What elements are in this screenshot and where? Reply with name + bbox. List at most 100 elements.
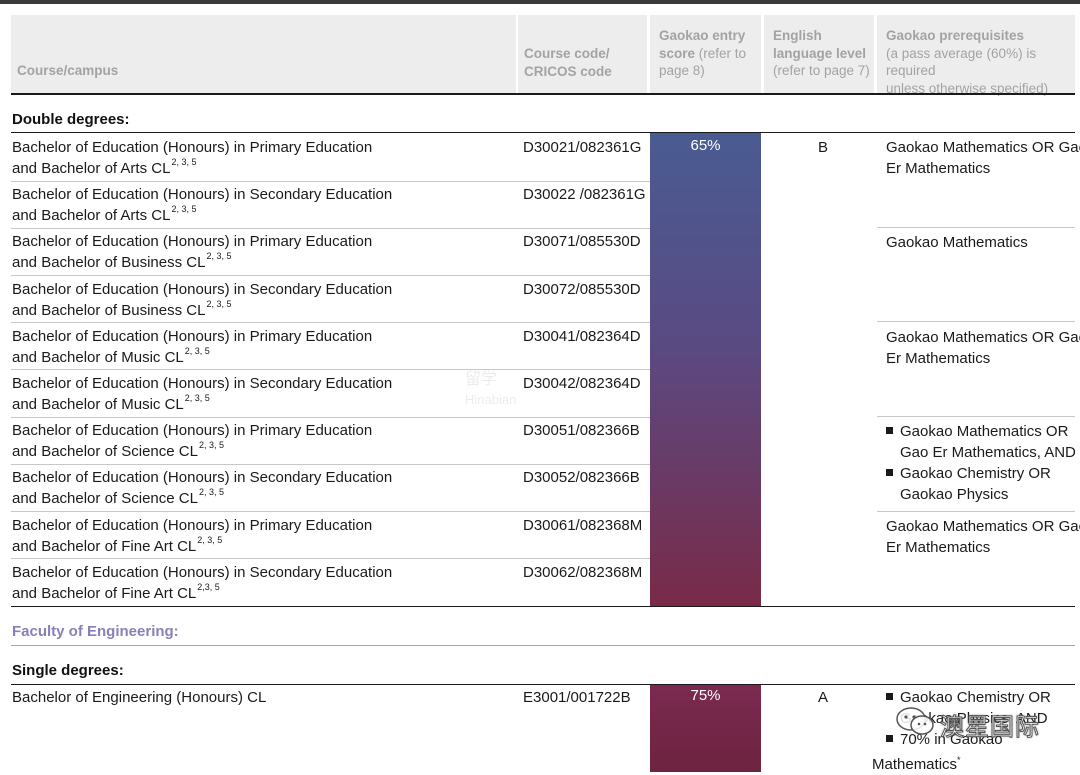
course-code: D30041/082364D bbox=[523, 327, 641, 345]
course-name-line1: Bachelor of Education (Honours) in Prima… bbox=[12, 327, 373, 345]
row-divider bbox=[11, 227, 650, 229]
header-code-line2: CRICOS code bbox=[524, 63, 612, 79]
row-divider bbox=[11, 463, 650, 465]
prereq-divider bbox=[877, 511, 1075, 512]
prereq-arts-line1: Gaokao Mathematics OR Gao bbox=[886, 139, 1080, 156]
course-name-line1: Bachelor of Education (Honours) in Prima… bbox=[12, 233, 373, 251]
footnote-refs: 2, 3, 5 bbox=[171, 157, 197, 167]
score-block-double bbox=[650, 133, 761, 607]
single-course-code: E3001/001722B bbox=[523, 689, 631, 706]
course-name: Bachelor of Education (Honours) in Prima… bbox=[12, 326, 372, 368]
row-divider bbox=[11, 510, 650, 512]
course-code: D30062/082368M bbox=[523, 563, 643, 581]
course-name-line2: and Bachelor of Music CL bbox=[12, 396, 184, 413]
bullet-icon bbox=[886, 469, 893, 476]
course-name-line1: Bachelor of Education (Honours) in Prima… bbox=[12, 422, 373, 440]
header-prereq-light1: (a pass average (60%) is required bbox=[886, 45, 1037, 79]
faint-watermark: 留学 Hinabian bbox=[465, 371, 517, 407]
footnote-refs: 2, 3, 5 bbox=[184, 393, 210, 403]
prereq-fine-art-line1: Gaokao Mathematics OR Gao bbox=[886, 518, 1080, 535]
course-name-line2: and Bachelor of Fine Art CL bbox=[12, 537, 197, 555]
course-name-line1: Bachelor of Education (Honours) in Secon… bbox=[12, 280, 393, 298]
header-cell-course: Course/campus bbox=[11, 15, 516, 93]
prereq-divider bbox=[877, 227, 1075, 228]
footnote-refs: 2, 3, 5 bbox=[171, 204, 197, 215]
course-name: Bachelor of Education (Honours) in Prima… bbox=[12, 420, 372, 462]
header-prereq-bold: Gaokao prerequisites bbox=[886, 28, 1025, 43]
course-name-line1: Bachelor of Education (Honours) in Prima… bbox=[12, 139, 373, 156]
course-code: D30022 /082361G bbox=[523, 186, 646, 204]
english-level-single: A bbox=[818, 689, 829, 706]
course-name-line2: and Bachelor of Science CL bbox=[12, 443, 198, 461]
header-score-light: (refer to bbox=[695, 45, 747, 61]
bullet-icon bbox=[886, 427, 893, 434]
header-cell-english: English language level (refer to page 7) bbox=[764, 15, 874, 93]
course-name: Bachelor of Education (Honours) in Secon… bbox=[12, 562, 392, 604]
prereq-music-line1: Gaokao Mathematics OR Gao bbox=[886, 329, 1080, 346]
course-name-line1: Bachelor of Education (Honours) in Secon… bbox=[12, 186, 393, 204]
course-code: D30042/082364D bbox=[523, 375, 641, 392]
faculty-title: Faculty of Engineering: bbox=[12, 623, 179, 640]
row-divider bbox=[11, 416, 650, 418]
prereq-music-line2: Er Mathematics bbox=[886, 350, 991, 367]
course-name: Bachelor of Education (Honours) in Secon… bbox=[12, 184, 392, 226]
course-name-line1: Bachelor of Education (Honours) in Secon… bbox=[12, 469, 393, 487]
prereq-divider bbox=[877, 321, 1075, 322]
footnote-refs: 2, 3, 5 bbox=[206, 298, 232, 309]
single-course-name: Bachelor of Engineering (Honours) CL bbox=[12, 689, 267, 706]
prereq-fine-art: Gaokao Mathematics OR Gao Er Mathematics bbox=[886, 516, 1080, 558]
faculty-rule bbox=[11, 645, 1075, 646]
course-code: D30072/085530D bbox=[523, 280, 641, 298]
english-level-double: B bbox=[818, 139, 829, 156]
score-value-double: 65% bbox=[690, 137, 721, 154]
footnote-refs: 2,3, 5 bbox=[197, 581, 220, 592]
footnote-refs: 2, 3, 5 bbox=[197, 534, 223, 545]
header-course-label: Course/campus bbox=[17, 63, 119, 78]
chat-bubble-icon bbox=[896, 707, 934, 735]
course-name-line2: and Bachelor of Business CL bbox=[12, 301, 206, 319]
row-divider bbox=[11, 369, 650, 371]
row-divider bbox=[11, 274, 650, 276]
score-value-single: 75% bbox=[690, 687, 721, 704]
prereq-arts: Gaokao Mathematics OR Gao Er Mathematics bbox=[886, 137, 1080, 179]
watermark-logo bbox=[895, 706, 937, 743]
course-code: D30061/082368M bbox=[523, 516, 643, 534]
course-name: Bachelor of Education (Honours) in Secon… bbox=[12, 279, 392, 321]
footnote-refs: 2, 3, 5 bbox=[206, 251, 232, 262]
section-double-degrees: Double degrees: bbox=[12, 111, 130, 128]
header-english-bold2: language level bbox=[773, 45, 867, 61]
course-name: Bachelor of Education (Honours) in Secon… bbox=[12, 467, 392, 509]
footnote-refs: 2, 3, 5 bbox=[198, 440, 224, 451]
row-divider bbox=[11, 558, 650, 560]
course-name-line2: and Bachelor of Music CL bbox=[12, 348, 184, 366]
prereq-arts-line2: Er Mathematics bbox=[886, 160, 991, 177]
header-cell-code: Course code/ CRICOS code bbox=[518, 15, 647, 93]
course-name: Bachelor of Education (Honours) in Prima… bbox=[12, 515, 372, 557]
course-name-line1: Bachelor of Education (Honours) in Secon… bbox=[12, 375, 393, 392]
course-name: Bachelor of Education (Honours) in Prima… bbox=[12, 231, 372, 273]
bullet-icon bbox=[886, 735, 893, 742]
course-name-line1: Bachelor of Education (Honours) in Prima… bbox=[12, 516, 373, 534]
course-name-line2: and Bachelor of Arts CL bbox=[12, 207, 171, 225]
header-cell-prereq: Gaokao prerequisites (a pass average (60… bbox=[877, 15, 1075, 96]
section-end-rule bbox=[11, 606, 1075, 607]
course-code: D30071/085530D bbox=[523, 233, 641, 251]
course-name-line2: and Bachelor of Fine Art CL bbox=[12, 584, 197, 602]
course-name: Bachelor of Education (Honours) in Prima… bbox=[12, 137, 372, 179]
header-score-bold: Gaokao entry bbox=[659, 28, 746, 43]
top-border bbox=[0, 0, 1080, 4]
prereq-music: Gaokao Mathematics OR Gao Er Mathematics bbox=[886, 327, 1080, 369]
row-divider bbox=[11, 180, 650, 182]
bullet-icon bbox=[886, 693, 893, 700]
course-name-line2: and Bachelor of Arts CL bbox=[12, 160, 171, 177]
header-code-line1: Course code/ bbox=[524, 46, 610, 61]
prereq-science-bullet2: Gaokao Chemistry OR Gaokao Physics bbox=[886, 463, 1051, 505]
header-score-light2: page 8) bbox=[659, 63, 705, 78]
prereq-business: Gaokao Mathematics bbox=[886, 234, 1028, 251]
course-code: D30021/082361G bbox=[523, 139, 642, 156]
row-divider bbox=[11, 322, 650, 324]
watermark-text: 澳星国际 bbox=[940, 713, 1040, 742]
course-code: D30051/082366B bbox=[523, 422, 640, 440]
footnote-refs: 2, 3, 5 bbox=[184, 345, 210, 356]
prereq-divider bbox=[877, 416, 1075, 417]
